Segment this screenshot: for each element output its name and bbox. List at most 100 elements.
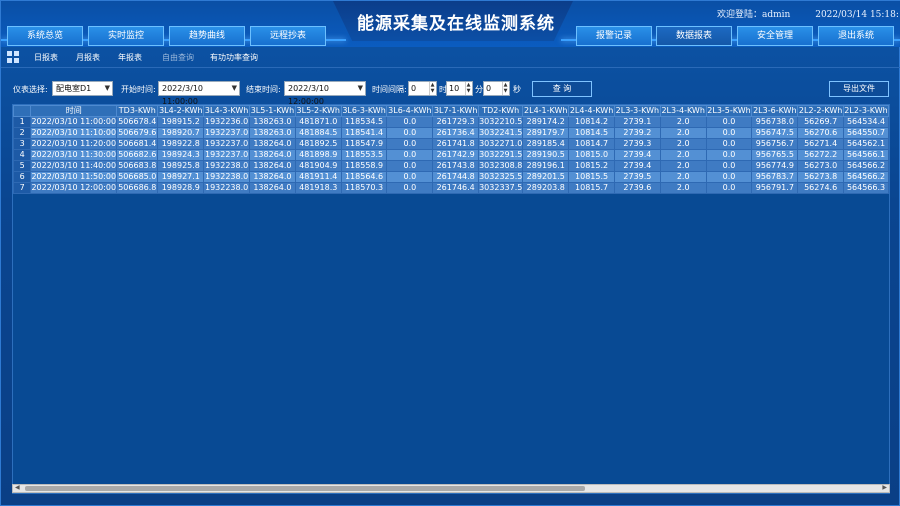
table-cell: 261736.4 [432, 127, 480, 139]
column-header[interactable]: 2L4-1-KWh [522, 105, 570, 117]
table-cell: 118547.9 [340, 138, 388, 150]
column-header[interactable]: 3L4-3-KWh [203, 105, 251, 117]
table-cell: 956783.7 [751, 171, 799, 183]
table-row[interactable]: 6 2022/03/10 11:50:00 506685.0 198927.1 1932… [13, 171, 889, 183]
export-file-button[interactable]: 导出文件 [829, 81, 889, 97]
table-cell: 118564.6 [340, 171, 388, 183]
column-header[interactable] [13, 105, 32, 117]
table-cell: 1932237.0 [203, 149, 251, 161]
tab-monthly-report[interactable]: 月报表 [76, 52, 100, 63]
table-cell: 118541.4 [340, 127, 388, 139]
table-cell: 0.0 [705, 149, 753, 161]
nav-security-button[interactable]: 安全管理 [737, 26, 813, 46]
query-button[interactable]: 查 询 [532, 81, 592, 97]
column-header[interactable]: 2L3-4-KWh [659, 105, 707, 117]
nav-data-report-button[interactable]: 数据报表 [656, 26, 732, 46]
table-cell: 289203.8 [522, 182, 570, 194]
table-cell: 2739.2 [613, 127, 661, 139]
column-header[interactable]: 2L2-2-KWh [797, 105, 845, 117]
table-cell: 2.0 [659, 171, 707, 183]
table-cell: 0.0 [705, 171, 753, 183]
table-cell: 2022/03/10 11:50:00 [30, 171, 118, 183]
table-cell: 956738.0 [751, 116, 799, 128]
scroll-right-icon[interactable]: ▶ [882, 484, 887, 491]
stepper-arrows-icon[interactable]: ▲ ▼ [502, 82, 508, 95]
end-time-picker[interactable]: 2022/3/10 12:00:00 ▼ [284, 81, 366, 106]
table-row[interactable]: 7 2022/03/10 12:00:00 506686.8 198928.9 1932… [13, 182, 889, 194]
column-header[interactable]: 2L2-3-KWh [843, 105, 889, 117]
table-cell: 506678.4 [116, 116, 159, 128]
table-cell: 289196.1 [522, 160, 570, 172]
nav-system-overview-button[interactable]: 系统总览 [7, 26, 83, 46]
table-cell: 1932238.0 [203, 160, 251, 172]
table-cell: 261741.8 [432, 138, 480, 150]
column-header[interactable]: 2L3-5-KWh [705, 105, 753, 117]
table-cell: 506681.4 [116, 138, 159, 150]
table-row[interactable]: 4 2022/03/10 11:30:00 506682.6 198924.3 1932… [13, 149, 889, 161]
column-header[interactable]: 时间 [30, 105, 118, 117]
interval-minutes-value: 10 [449, 84, 460, 93]
table-cell: 481898.9 [294, 149, 342, 161]
column-header[interactable]: 3L7-1-KWh [432, 105, 480, 117]
table-row[interactable]: 2 2022/03/10 11:10:00 506679.6 198920.7 1932… [13, 127, 889, 139]
table-cell: 10815.5 [568, 171, 615, 183]
table-row[interactable]: 3 2022/03/10 11:20:00 506681.4 198922.8 1932… [13, 138, 889, 150]
nav-remote-reading-button[interactable]: 远程抄表 [250, 26, 326, 46]
table-cell: 956791.7 [751, 182, 799, 194]
table-row[interactable]: 1 2022/03/10 11:00:00 506678.4 198915.2 1932… [13, 116, 889, 128]
table-cell: 2.0 [659, 127, 707, 139]
table-cell: 1932237.0 [203, 138, 251, 150]
horizontal-scrollbar[interactable]: ◀ ▶ [12, 484, 890, 493]
table-cell: 3032241.5 [478, 127, 524, 139]
row-number: 2 [13, 127, 32, 139]
stepper-arrows-icon[interactable]: ▲ ▼ [429, 82, 435, 95]
column-header[interactable]: 3L5-2-KWh [294, 105, 342, 117]
scroll-left-icon[interactable]: ◀ [15, 484, 20, 491]
scrollbar-thumb[interactable] [25, 486, 585, 491]
tab-active-power-query[interactable]: 有功功率查询 [210, 52, 258, 63]
end-time-label: 结束时间: [246, 85, 281, 94]
column-header[interactable]: TD2-KWh [478, 105, 524, 117]
table-cell: 0.0 [705, 127, 753, 139]
nav-realtime-monitor-button[interactable]: 实时监控 [88, 26, 164, 46]
meter-select-label: 仪表选择: [13, 85, 48, 94]
table-cell: 289179.7 [522, 127, 570, 139]
nav-trend-curve-button[interactable]: 趋势曲线 [169, 26, 245, 46]
column-header[interactable]: 3L6-3-KWh [340, 105, 388, 117]
tab-free-query[interactable]: 自由查询 [162, 52, 194, 63]
table-cell: 506679.6 [116, 127, 159, 139]
table-header-row: 时间 TD3-KWh 3L4-2-KWh 3L4-3-KWh 3L5-1-KWh 3L5-… [13, 105, 889, 117]
table-row[interactable]: 5 2022/03/10 11:40:00 506683.8 198925.8 1932… [13, 160, 889, 172]
table-cell: 1932238.0 [203, 182, 251, 194]
start-time-picker[interactable]: 2022/3/10 11:00:00 ▼ [158, 81, 240, 106]
tab-yearly-report[interactable]: 年报表 [118, 52, 142, 63]
table-cell: 0.0 [386, 116, 434, 128]
row-number: 6 [13, 171, 32, 183]
column-header[interactable]: 3L5-1-KWh [249, 105, 296, 117]
table-cell: 2739.6 [613, 182, 661, 194]
table-cell: 2022/03/10 11:10:00 [30, 127, 118, 139]
column-header[interactable]: 2L3-6-KWh [751, 105, 799, 117]
column-header[interactable]: 2L4-4-KWh [568, 105, 615, 117]
interval-minutes-stepper[interactable]: 10 ▲ ▼ [446, 81, 473, 96]
meter-select[interactable]: 配电室D1 ▼ [52, 81, 113, 96]
nav-alarm-records-button[interactable]: 报警记录 [576, 26, 652, 46]
tab-daily-report[interactable]: 日报表 [34, 52, 58, 63]
table-cell: 138264.0 [249, 160, 296, 172]
table-cell: 138264.0 [249, 171, 296, 183]
table-cell: 0.0 [386, 171, 434, 183]
stepper-arrows-icon[interactable]: ▲ ▼ [465, 82, 471, 95]
nav-exit-button[interactable]: 退出系统 [818, 26, 894, 46]
column-header[interactable]: TD3-KWh [116, 105, 159, 117]
table-cell: 2022/03/10 11:30:00 [30, 149, 118, 161]
start-time-label: 开始时间: [121, 85, 156, 94]
interval-hours-stepper[interactable]: 0 ▲ ▼ [408, 81, 437, 96]
table-cell: 1932237.0 [203, 127, 251, 139]
table-cell: 2739.3 [613, 138, 661, 150]
table-cell: 481918.3 [294, 182, 342, 194]
interval-seconds-stepper[interactable]: 0 ▲ ▼ [483, 81, 510, 96]
column-header[interactable]: 2L3-3-KWh [613, 105, 661, 117]
column-header[interactable]: 3L6-4-KWh [386, 105, 434, 117]
column-header[interactable]: 3L4-2-KWh [157, 105, 205, 117]
table-cell: 506683.8 [116, 160, 159, 172]
